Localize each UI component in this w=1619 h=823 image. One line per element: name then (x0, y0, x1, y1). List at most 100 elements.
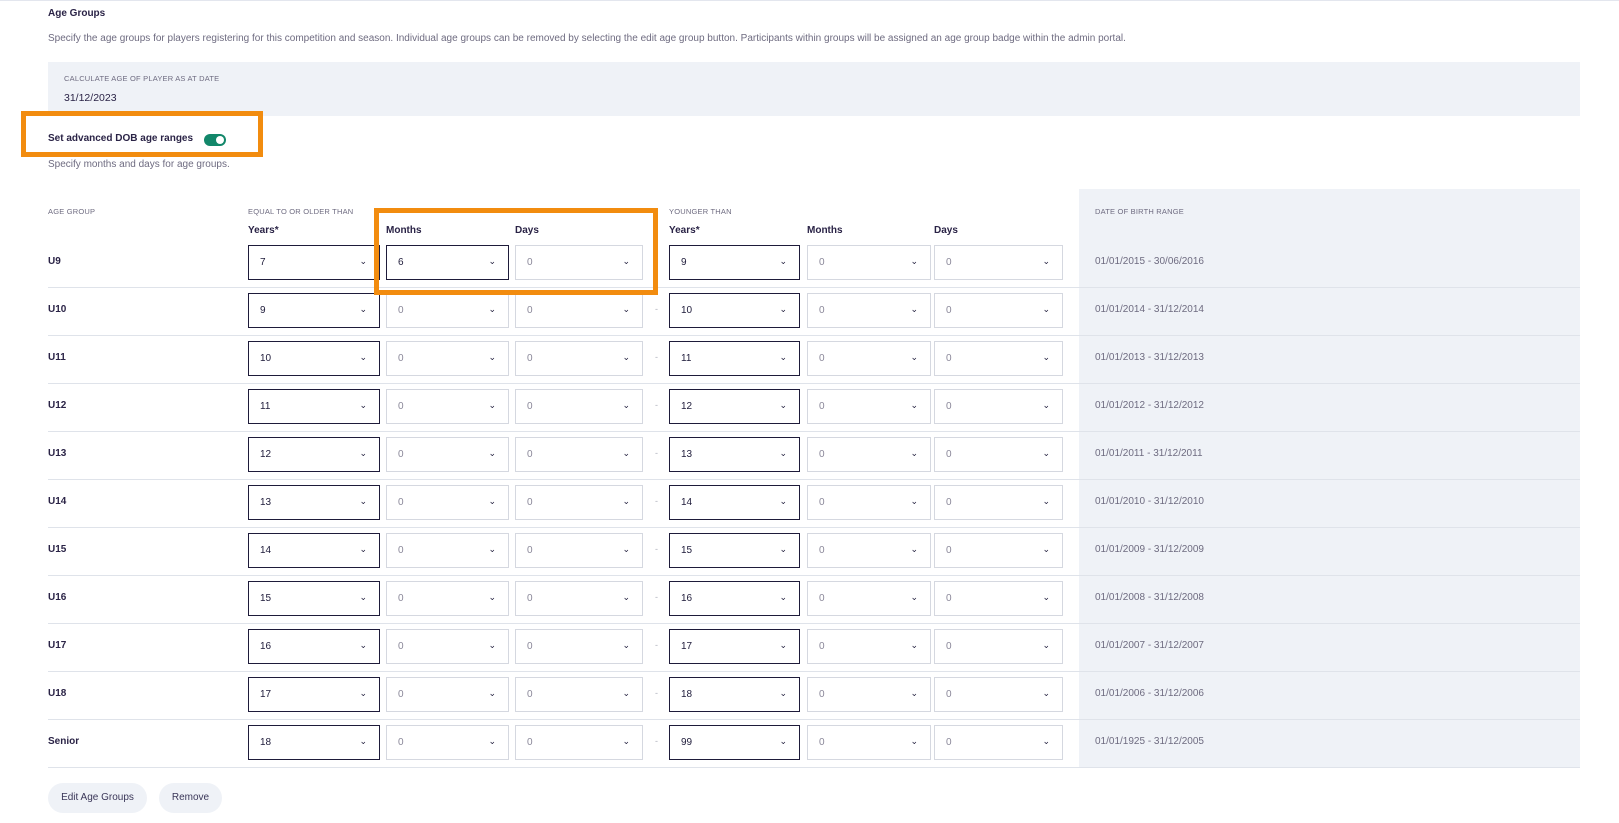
from-days-select[interactable]: 0 ⌄ (515, 389, 643, 424)
select-value: 0 (819, 497, 825, 508)
from-years-select[interactable]: 12 ⌄ (248, 437, 380, 472)
to-days-select[interactable]: 0 ⌄ (934, 725, 1063, 760)
to-days-select[interactable]: 0 ⌄ (934, 293, 1063, 328)
chevron-down-icon: ⌄ (359, 448, 367, 458)
to-months-select[interactable]: 0 ⌄ (807, 293, 931, 328)
to-days-select[interactable]: 0 ⌄ (934, 533, 1063, 568)
to-months-select[interactable]: 0 ⌄ (807, 533, 931, 568)
from-years-select[interactable]: 11 ⌄ (248, 389, 380, 424)
from-days-select[interactable]: 0 ⌄ (515, 725, 643, 760)
to-years-select[interactable]: 11 ⌄ (669, 341, 800, 376)
from-years-select[interactable]: 14 ⌄ (248, 533, 380, 568)
to-months-select[interactable]: 0 ⌄ (807, 341, 931, 376)
select-value: 13 (260, 497, 272, 508)
from-years-select[interactable]: 13 ⌄ (248, 485, 380, 520)
from-days-select[interactable]: 0 ⌄ (515, 245, 643, 280)
to-days-select[interactable]: 0 ⌄ (934, 437, 1063, 472)
from-days-select[interactable]: 0 ⌄ (515, 581, 643, 616)
top-divider (0, 0, 1619, 1)
to-years-select[interactable]: 12 ⌄ (669, 389, 800, 424)
select-value: 0 (527, 305, 533, 316)
from-months-select[interactable]: 0 ⌄ (386, 437, 509, 472)
from-days-select[interactable]: 0 ⌄ (515, 341, 643, 376)
chevron-down-icon: ⌄ (622, 640, 630, 650)
from-days-select[interactable]: 0 ⌄ (515, 485, 643, 520)
to-days-select[interactable]: 0 ⌄ (934, 581, 1063, 616)
advanced-dob-toggle[interactable] (204, 134, 226, 146)
from-months-select[interactable]: 0 ⌄ (386, 581, 509, 616)
from-months-select[interactable]: 0 ⌄ (386, 485, 509, 520)
to-days-select[interactable]: 0 ⌄ (934, 245, 1063, 280)
from-years-select[interactable]: 17 ⌄ (248, 677, 380, 712)
from-days-select[interactable]: 0 ⌄ (515, 533, 643, 568)
select-value: 0 (527, 353, 533, 364)
range-separator: - (655, 352, 658, 362)
from-days-select[interactable]: 0 ⌄ (515, 437, 643, 472)
from-months-select[interactable]: 0 ⌄ (386, 341, 509, 376)
calculate-age-date[interactable]: 31/12/2023 (64, 92, 117, 104)
to-years-select[interactable]: 15 ⌄ (669, 533, 800, 568)
chevron-down-icon: ⌄ (488, 736, 496, 746)
chevron-down-icon: ⌄ (1042, 448, 1050, 458)
to-years-select[interactable]: 18 ⌄ (669, 677, 800, 712)
from-years-select[interactable]: 10 ⌄ (248, 341, 380, 376)
select-value: 0 (527, 257, 533, 268)
from-months-select[interactable]: 0 ⌄ (386, 389, 509, 424)
to-months-select[interactable]: 0 ⌄ (807, 725, 931, 760)
select-value: 16 (681, 593, 693, 604)
from-months-select[interactable]: 0 ⌄ (386, 629, 509, 664)
dob-range-value: 01/01/2010 - 31/12/2010 (1095, 496, 1204, 507)
from-months-select[interactable]: 6 ⌄ (386, 245, 509, 280)
from-years-select[interactable]: 9 ⌄ (248, 293, 380, 328)
to-months-select[interactable]: 0 ⌄ (807, 581, 931, 616)
to-months-select[interactable]: 0 ⌄ (807, 485, 931, 520)
edit-age-groups-button[interactable]: Edit Age Groups (48, 783, 147, 813)
chevron-down-icon: ⌄ (779, 304, 787, 314)
select-value: 12 (681, 401, 693, 412)
from-years-select[interactable]: 15 ⌄ (248, 581, 380, 616)
chevron-down-icon: ⌄ (910, 496, 918, 506)
to-months-select[interactable]: 0 ⌄ (807, 389, 931, 424)
row-divider (48, 719, 1580, 720)
from-days-select[interactable]: 0 ⌄ (515, 293, 643, 328)
from-years-select[interactable]: 7 ⌄ (248, 245, 380, 280)
chevron-down-icon: ⌄ (1042, 400, 1050, 410)
select-value: 0 (946, 401, 952, 412)
calculate-age-box[interactable]: CALCULATE AGE OF PLAYER AS AT DATE 31/12… (48, 62, 1580, 116)
to-months-select[interactable]: 0 ⌄ (807, 629, 931, 664)
to-months-select[interactable]: 0 ⌄ (807, 437, 931, 472)
to-days-select[interactable]: 0 ⌄ (934, 677, 1063, 712)
from-months-select[interactable]: 0 ⌄ (386, 293, 509, 328)
to-years-select[interactable]: 16 ⌄ (669, 581, 800, 616)
chevron-down-icon: ⌄ (910, 304, 918, 314)
to-months-select[interactable]: 0 ⌄ (807, 245, 931, 280)
to-years-select[interactable]: 9 ⌄ (669, 245, 800, 280)
to-years-select[interactable]: 14 ⌄ (669, 485, 800, 520)
to-days-select[interactable]: 0 ⌄ (934, 389, 1063, 424)
select-value: 9 (260, 305, 266, 316)
select-value: 12 (260, 449, 272, 460)
to-years-select[interactable]: 99 ⌄ (669, 725, 800, 760)
from-days-select[interactable]: 0 ⌄ (515, 629, 643, 664)
chevron-down-icon: ⌄ (779, 352, 787, 362)
chevron-down-icon: ⌄ (779, 736, 787, 746)
remove-button[interactable]: Remove (159, 783, 222, 813)
select-value: 16 (260, 641, 272, 652)
to-days-select[interactable]: 0 ⌄ (934, 629, 1063, 664)
from-years-select[interactable]: 18 ⌄ (248, 725, 380, 760)
from-months-select[interactable]: 0 ⌄ (386, 533, 509, 568)
to-years-select[interactable]: 17 ⌄ (669, 629, 800, 664)
to-days-select[interactable]: 0 ⌄ (934, 485, 1063, 520)
chevron-down-icon: ⌄ (910, 640, 918, 650)
from-months-select[interactable]: 0 ⌄ (386, 725, 509, 760)
from-years-select[interactable]: 16 ⌄ (248, 629, 380, 664)
to-years-select[interactable]: 13 ⌄ (669, 437, 800, 472)
chevron-down-icon: ⌄ (488, 496, 496, 506)
to-years-select[interactable]: 10 ⌄ (669, 293, 800, 328)
row-divider (48, 767, 1580, 768)
from-months-select[interactable]: 0 ⌄ (386, 677, 509, 712)
chevron-down-icon: ⌄ (622, 256, 630, 266)
to-days-select[interactable]: 0 ⌄ (934, 341, 1063, 376)
to-months-select[interactable]: 0 ⌄ (807, 677, 931, 712)
from-days-select[interactable]: 0 ⌄ (515, 677, 643, 712)
